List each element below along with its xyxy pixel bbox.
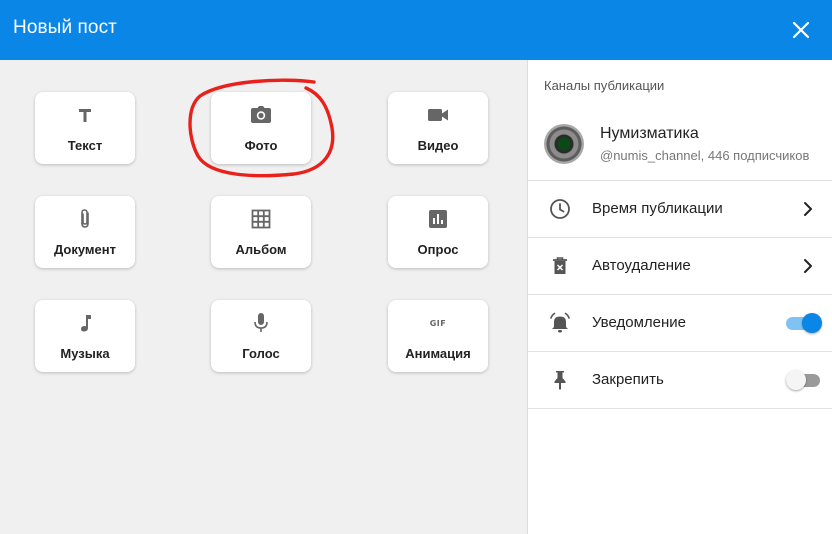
tile-document[interactable]: Документ <box>35 196 135 268</box>
channel-avatar <box>544 124 584 164</box>
tile-label: Опрос <box>417 242 459 257</box>
chevron-right-icon <box>804 202 812 216</box>
tile-label: Голос <box>242 346 280 361</box>
toggle-knob <box>786 370 806 390</box>
tile-animation[interactable]: GIF Анимация <box>388 300 488 372</box>
toggle-knob <box>802 313 822 333</box>
tile-label: Текст <box>67 138 103 153</box>
tile-label: Альбом <box>235 242 287 257</box>
chevron-right-icon <box>804 259 812 273</box>
tile-voice[interactable]: Голос <box>211 300 311 372</box>
option-pin[interactable]: Закрепить <box>528 351 832 408</box>
close-icon <box>792 21 810 39</box>
video-icon <box>428 109 448 121</box>
delete-timer-icon <box>553 257 567 274</box>
channel-name: Нумизматика <box>600 125 699 142</box>
channel-item[interactable]: Нумизматика @numis_channel, 446 подписчи… <box>528 116 832 180</box>
notification-toggle[interactable] <box>786 313 822 333</box>
clock-icon <box>550 199 570 219</box>
tile-video[interactable]: Видео <box>388 92 488 164</box>
options-bottom-divider <box>528 408 832 409</box>
tile-music[interactable]: Музыка <box>35 300 135 372</box>
tile-label: Анимация <box>405 346 471 361</box>
camera-icon <box>251 106 271 123</box>
option-label: Время публикации <box>592 200 723 217</box>
option-auto-delete[interactable]: Автоудаление <box>528 237 832 294</box>
tile-label: Видео <box>417 138 459 153</box>
gif-icon: GIF <box>429 318 447 328</box>
tile-label: Документ <box>54 242 116 257</box>
poll-icon <box>429 210 447 228</box>
microphone-icon <box>254 313 268 332</box>
music-note-icon <box>81 315 91 332</box>
attachment-icon <box>81 209 89 228</box>
section-title: Каналы публикации <box>544 78 665 93</box>
bell-icon <box>550 312 570 333</box>
option-label: Закрепить <box>592 371 664 388</box>
tile-label: Музыка <box>60 346 110 361</box>
option-schedule-time[interactable]: Время публикации <box>528 180 832 237</box>
tile-photo[interactable]: Фото <box>211 92 311 164</box>
tile-album[interactable]: Альбом <box>211 196 311 268</box>
option-label: Уведомление <box>592 314 687 331</box>
tile-text[interactable]: Текст <box>35 92 135 164</box>
text-icon <box>79 109 91 122</box>
publication-settings-panel: Каналы публикации Нумизматика @numis_cha… <box>528 60 832 534</box>
app-header: Новый пост <box>0 0 832 60</box>
post-type-panel: Текст Фото Видео Документ Альбом Опрос М… <box>0 60 527 534</box>
page-title: Новый пост <box>13 17 117 38</box>
pin-icon <box>554 371 566 390</box>
tile-label: Фото <box>244 138 278 153</box>
close-button[interactable] <box>786 15 816 45</box>
channel-subtitle: @numis_channel, 446 подписчиков <box>600 148 810 163</box>
tile-poll[interactable]: Опрос <box>388 196 488 268</box>
option-notification[interactable]: Уведомление <box>528 294 832 351</box>
grid-icon <box>251 209 271 229</box>
pin-toggle[interactable] <box>786 370 822 390</box>
option-label: Автоудаление <box>592 257 691 274</box>
